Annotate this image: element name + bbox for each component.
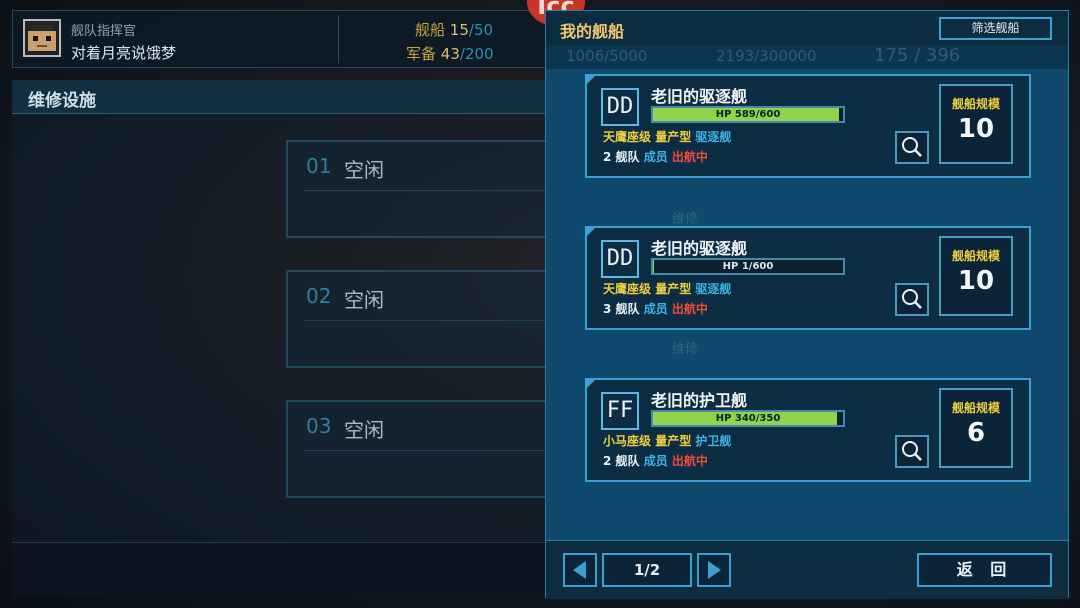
ship-fleet: 2 舰队: [603, 150, 640, 164]
ship-class-name: 天鹰座级: [603, 130, 652, 144]
ship-card[interactable]: DD 老旧的驱逐舰 HP 1/600 天鹰座级 量产型 驱逐舰 3 舰队 成员 …: [585, 226, 1031, 330]
ship-type-badge: DD: [601, 240, 639, 278]
ship-scale-value: 6: [966, 418, 986, 448]
repair-footer: [12, 542, 548, 597]
ship-fleet-line: 2 舰队 成员 出航中: [603, 148, 708, 165]
ship-fleet-line: 3 舰队 成员 出航中: [603, 300, 708, 317]
ship-status: 出航中: [671, 454, 708, 468]
ship-name: 老旧的驱逐舰: [651, 239, 748, 258]
commander-title: 舰队指挥官: [71, 24, 137, 39]
ship-production: 量产型: [655, 434, 692, 448]
ship-type-badge: FF: [601, 392, 639, 430]
my-ships-panel: 我的舰船 筛选舰船 1006/5000 2193/300000 175 / 39…: [545, 10, 1069, 599]
magnifier-icon: [902, 137, 922, 157]
magnifier-icon: [902, 441, 922, 461]
divider: [304, 320, 550, 321]
ship-scale-box: 舰船规模 10: [939, 236, 1013, 316]
ships-panel-header: 我的舰船 筛选舰船: [546, 11, 1068, 45]
back-button[interactable]: 返 回: [917, 553, 1052, 587]
ship-production: 量产型: [655, 130, 692, 144]
ship-class-name: 天鹰座级: [603, 282, 652, 296]
resource-ships-value: 15: [449, 21, 469, 39]
arrow-right-icon: [708, 561, 721, 579]
dim-stat: 2193/300000: [716, 47, 817, 65]
page-indicator: 1/2: [602, 553, 692, 587]
slot-number: 01: [306, 154, 332, 178]
inspect-button[interactable]: [895, 435, 929, 468]
ship-role: 成员: [643, 302, 668, 316]
slot-status: 空闲: [344, 158, 384, 182]
resource-ships: 舰船 15/50: [415, 19, 493, 40]
hp-text: HP 589/600: [715, 109, 781, 120]
ship-name: 老旧的护卫舰: [651, 391, 748, 410]
ship-role: 成员: [643, 454, 668, 468]
ship-class-line: 小马座级 量产型 护卫舰: [603, 432, 731, 449]
ship-scale-label: 舰船规模: [951, 249, 1000, 263]
ship-scale-value: 10: [957, 114, 995, 144]
ship-fleet: 2 舰队: [603, 454, 640, 468]
slot-status: 空闲: [344, 288, 384, 312]
ship-scale-box: 舰船规模 10: [939, 84, 1013, 164]
arrow-left-icon: [573, 561, 586, 579]
divider: [338, 15, 339, 63]
repair-facility-panel: 维修设施 01 空闲 02 空闲 03 空闲: [12, 80, 550, 597]
repair-slot-02[interactable]: 02 空闲: [286, 270, 550, 368]
hp-bar: HP 340/350: [651, 410, 845, 427]
ship-fleet: 3 舰队: [603, 302, 640, 316]
resource-armament-max: /200: [459, 45, 494, 63]
hp-bar: HP 1/600: [651, 258, 845, 275]
ship-card[interactable]: DD 老旧的驱逐舰 HP 589/600 天鹰座级 量产型 驱逐舰 2 舰队 成…: [585, 74, 1031, 178]
ship-class-line: 天鹰座级 量产型 驱逐舰: [603, 128, 731, 145]
ship-status: 出航中: [671, 150, 708, 164]
ship-fleet-line: 2 舰队 成员 出航中: [603, 452, 708, 469]
inspect-button[interactable]: [895, 131, 929, 164]
divider: [304, 450, 550, 451]
hp-text: HP 1/600: [722, 261, 774, 272]
ship-card[interactable]: FF 老旧的护卫舰 HP 340/350 小马座级 量产型 护卫舰 2 舰队 成…: [585, 378, 1031, 482]
ship-type-badge: DD: [601, 88, 639, 126]
dim-stat: 175 / 396: [874, 45, 961, 66]
commander-name: 对着月亮说饿梦: [71, 44, 177, 62]
ship-class-name: 小马座级: [603, 434, 652, 448]
dim-stat: 1006/5000: [566, 47, 648, 65]
repair-label: 维修: [672, 212, 699, 227]
hp-text: HP 340/350: [715, 413, 781, 424]
ship-class: 驱逐舰: [695, 282, 732, 296]
hp-bar: HP 589/600: [651, 106, 845, 123]
repair-label: 维修: [672, 342, 699, 357]
slot-number: 03: [306, 414, 332, 438]
repair-slot-03[interactable]: 03 空闲: [286, 400, 550, 498]
ship-scale-label: 舰船规模: [951, 401, 1000, 415]
resource-ships-label: 舰船: [415, 21, 446, 39]
next-page-button[interactable]: [697, 553, 731, 587]
ship-role: 成员: [643, 150, 668, 164]
ship-scale-label: 舰船规模: [951, 97, 1000, 111]
ship-scale-box: 舰船规模 6: [939, 388, 1013, 468]
ship-class: 护卫舰: [695, 434, 732, 448]
resource-armament-value: 43: [440, 45, 460, 63]
background-stats-strip: 1006/5000 2193/300000 175 / 396: [546, 45, 1068, 69]
resource-ships-max: /50: [468, 21, 494, 39]
divider: [304, 190, 550, 191]
repair-title: 维修设施: [28, 91, 96, 111]
ship-production: 量产型: [655, 282, 692, 296]
ship-class: 驱逐舰: [695, 130, 732, 144]
slot-number: 02: [306, 284, 332, 308]
prev-page-button[interactable]: [563, 553, 597, 587]
slot-status: 空闲: [344, 418, 384, 442]
resource-armament-label: 军备: [406, 45, 437, 63]
ships-panel-title: 我的舰船: [560, 22, 625, 41]
commander-avatar[interactable]: [23, 19, 61, 57]
resource-armament: 军备 43/200: [406, 43, 494, 64]
repair-header: 维修设施: [12, 80, 548, 114]
filter-ships-button[interactable]: 筛选舰船: [939, 17, 1052, 40]
ship-status: 出航中: [671, 302, 708, 316]
inspect-button[interactable]: [895, 283, 929, 316]
ship-name: 老旧的驱逐舰: [651, 87, 748, 106]
repair-slot-01[interactable]: 01 空闲: [286, 140, 550, 238]
ship-scale-value: 10: [957, 266, 995, 296]
ship-class-line: 天鹰座级 量产型 驱逐舰: [603, 280, 731, 297]
magnifier-icon: [902, 289, 922, 309]
ships-panel-footer: 1/2 返 回: [546, 540, 1068, 599]
